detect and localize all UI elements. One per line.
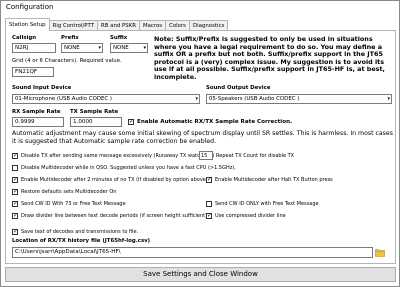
prefix-select[interactable]: NONE ▾ (61, 43, 103, 53)
sound-output-value: 05-Speakers (USB Audio CODEC ) (209, 96, 300, 102)
sound-input-select[interactable]: 01-Microphone (USB Audio CODEC ) ▾ (12, 94, 200, 104)
save-text-label: Save text of decodes and transmissions t… (21, 229, 139, 235)
disable-tx-label: Disable TX after sending same message ex… (21, 153, 215, 159)
draw-divider-label: Draw divider line between text decode pe… (21, 213, 209, 219)
chevron-down-icon: ▾ (98, 45, 101, 51)
send-cw-id-only-checkbox[interactable] (206, 201, 212, 207)
station-setup-panel: Callsign N2RJ Prefix NONE ▾ Suffix NONE … (5, 30, 396, 264)
suffix-label: Suffix (110, 35, 128, 41)
disable-tx-checkbox[interactable]: ✓ (12, 152, 19, 159)
enable-multidecoder-halt-label: Enable Multidecoder after Halt TX Button… (215, 177, 333, 183)
grid-label: Grid (4 or 6 Characters). Required value… (12, 58, 122, 64)
restore-defaults-label: Restore defaults sets Multidecoder On (21, 189, 117, 195)
sound-output-select[interactable]: 05-Speakers (USB Audio CODEC ) ▾ (206, 94, 392, 104)
callsign-label: Callsign (12, 35, 37, 41)
tab-station-setup[interactable]: Station Setup (5, 18, 50, 31)
disable-multidecoder-qso-checkbox[interactable] (12, 165, 18, 171)
suffix-value: NONE (113, 45, 129, 51)
repeat-count-input[interactable]: 15 (199, 151, 213, 160)
title-bar: Configuration (1, 1, 399, 16)
auto-correction-checkbox[interactable]: ✓ (128, 118, 135, 125)
check-icon: ✓ (13, 212, 19, 219)
rx-rate-label: RX Sample Rate (12, 109, 61, 115)
rx-rate-input[interactable]: 0.9999 (12, 117, 64, 127)
check-icon: ✓ (207, 176, 213, 183)
tx-rate-input[interactable]: 1.0000 (70, 117, 122, 127)
sound-input-label: Sound Input Device (12, 85, 72, 91)
chevron-down-icon: ▾ (387, 96, 390, 102)
enable-multidecoder-halt-checkbox[interactable]: ✓ (206, 176, 213, 183)
auto-adjust-info: Automatic adjustment may cause some init… (12, 130, 393, 145)
configuration-window: Configuration Station Setup Rig Control/… (0, 0, 400, 287)
suffix-select[interactable]: NONE ▾ (110, 43, 148, 53)
check-icon: ✓ (129, 118, 135, 125)
save-settings-button[interactable]: Save Settings and Close Window (5, 267, 396, 282)
check-icon: ✓ (13, 200, 19, 207)
check-icon: ✓ (13, 188, 19, 195)
tx-rate-label: TX Sample Rate (70, 109, 119, 115)
check-icon: ✓ (13, 228, 19, 235)
send-cw-id-checkbox[interactable]: ✓ (12, 200, 19, 207)
check-icon: ✓ (13, 152, 19, 159)
check-icon: ✓ (13, 176, 19, 183)
enable-multidecoder-2min-label: Enable Multidecoder after 2 minutes of n… (21, 177, 210, 183)
prefix-value: NONE (64, 45, 80, 51)
restore-defaults-checkbox[interactable]: ✓ (12, 188, 19, 195)
folder-icon[interactable] (375, 248, 385, 257)
sound-input-value: 01-Microphone (USB Audio CODEC ) (15, 96, 112, 102)
save-text-checkbox[interactable]: ✓ (12, 228, 19, 235)
chevron-down-icon: ▾ (143, 45, 146, 51)
window-title: Configuration (6, 3, 54, 11)
compressed-divider-checkbox[interactable]: ✓ (206, 212, 213, 219)
repeat-count-label: Repeat TX Count for disable TX (216, 153, 295, 159)
send-cw-id-label: Send CW ID With 73 or Free Text Message (21, 201, 126, 207)
check-icon: ✓ (207, 212, 213, 219)
compressed-divider-label: Use compressed divider line (215, 213, 286, 219)
history-path-input[interactable]: C:\Users\jsarr\AppData\Local\JT65-HF\ (12, 247, 373, 258)
disable-multidecoder-qso-label: Disable Multidecoder while in QSO. Sugge… (21, 165, 236, 171)
prefix-label: Prefix (61, 35, 79, 41)
enable-multidecoder-2min-checkbox[interactable]: ✓ (12, 176, 19, 183)
draw-divider-checkbox[interactable]: ✓ (12, 212, 19, 219)
chevron-down-icon: ▾ (195, 96, 198, 102)
grid-input[interactable]: FN21QF (12, 67, 54, 77)
callsign-input[interactable]: N2RJ (12, 43, 56, 53)
sound-output-label: Sound Output Device (206, 85, 271, 91)
send-cw-id-only-label: Send CW ID ONLY with Free Text Message (215, 201, 319, 207)
suffix-prefix-note: Note: Suffix/Prefix is suggested to only… (154, 35, 385, 81)
history-file-label: Location of RX/TX history file (JT65hf-l… (12, 238, 151, 244)
auto-correction-label: Enable Automatic RX/TX Sample Rate Corre… (137, 119, 293, 125)
